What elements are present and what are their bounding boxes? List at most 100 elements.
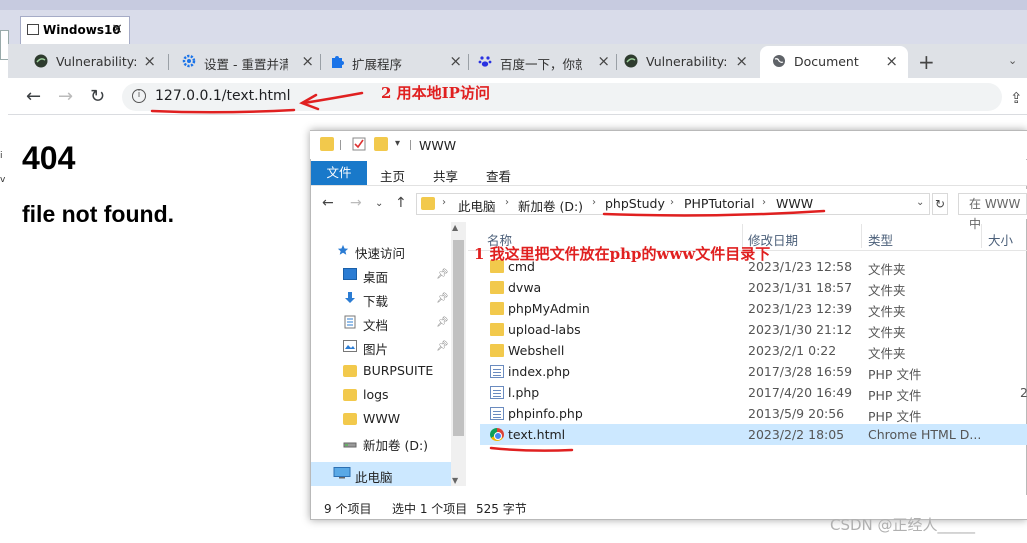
chrome-html-icon: [490, 428, 504, 441]
breadcrumb-item[interactable]: 新加卷 (D:): [518, 196, 583, 215]
breadcrumb-item[interactable]: PHPTutorial: [684, 196, 754, 211]
file-row[interactable]: phpinfo.php 2013/5/9 20:56 PHP 文件: [480, 403, 1027, 424]
site-info-icon[interactable]: i: [132, 89, 146, 103]
file-name: phpMyAdmin: [508, 301, 590, 316]
folder-icon: [490, 323, 504, 336]
php-file-icon: [490, 365, 504, 378]
file-modified: 2023/1/31 18:57: [748, 280, 853, 295]
file-name: phpinfo.php: [508, 406, 583, 421]
tab-close-icon[interactable]: ×: [143, 52, 156, 70]
pin-icon[interactable]: 📌︎: [436, 341, 449, 352]
file-row[interactable]: phpMyAdmin 2023/1/23 12:39 文件夹: [480, 298, 1027, 319]
file-type: 文件夹: [868, 262, 906, 277]
ribbon-tab-share[interactable]: 共享: [433, 166, 458, 185]
column-divider[interactable]: [861, 224, 862, 248]
vm-tab-close-icon[interactable]: ×: [111, 21, 123, 37]
nav-item-logs[interactable]: logs: [363, 387, 389, 402]
nav-item-this-pc[interactable]: 此电脑: [355, 467, 393, 486]
tab-vulnerability-2[interactable]: Vulnerability: C ×: [620, 50, 752, 74]
pin-icon[interactable]: 📌︎: [436, 317, 449, 328]
url-text[interactable]: 127.0.0.1/text.html: [155, 88, 290, 104]
reload-icon[interactable]: ↻: [90, 86, 105, 107]
address-dropdown-icon[interactable]: ⌄: [916, 197, 924, 208]
page-message: file not found.: [22, 201, 175, 227]
explorer-title-bar: [310, 131, 1027, 159]
tab-extensions[interactable]: 扩展程序 ×: [326, 50, 466, 74]
file-row-selected[interactable]: text.html 2023/2/2 18:05 Chrome HTML D..…: [480, 424, 1027, 445]
tab-search-chevron-icon[interactable]: ⌄: [1008, 54, 1017, 67]
vm-tab-windows10[interactable]: Windows10 ×: [20, 16, 130, 44]
file-modified: 2023/1/23 12:39: [748, 301, 853, 316]
ribbon-tab-view[interactable]: 查看: [486, 166, 511, 185]
tab-settings[interactable]: 设置 - 重置并清 ×: [178, 50, 318, 74]
explorer-search-input[interactable]: 在 WWW 中: [958, 193, 1027, 231]
tab-close-icon[interactable]: ×: [597, 52, 610, 70]
file-name: Webshell: [508, 343, 565, 358]
explorer-forward-icon[interactable]: →: [350, 195, 362, 211]
nav-scrollbar-thumb[interactable]: [453, 240, 464, 436]
up-arrow-icon[interactable]: ↑: [395, 195, 407, 211]
nav-item-pictures[interactable]: 图片: [363, 339, 388, 358]
nav-item-documents[interactable]: 文档: [363, 315, 388, 334]
pin-icon[interactable]: 📌︎: [436, 293, 449, 304]
column-header-type[interactable]: 类型: [868, 230, 893, 249]
pin-icon[interactable]: 📌︎: [436, 269, 449, 280]
back-arrow-icon[interactable]: ←: [26, 86, 41, 107]
refresh-icon[interactable]: ↻: [932, 193, 948, 215]
nav-item-downloads[interactable]: 下载: [363, 291, 388, 310]
file-row[interactable]: index.php 2017/3/28 16:59 PHP 文件: [480, 361, 1027, 382]
tab-close-icon[interactable]: ×: [301, 52, 314, 70]
file-modified: 2023/1/30 21:12: [748, 322, 853, 337]
scroll-up-icon[interactable]: ▲: [452, 223, 458, 232]
page-heading: 404: [22, 140, 76, 176]
file-type: Chrome HTML D...: [868, 427, 982, 442]
puzzle-icon: [332, 56, 344, 68]
quick-access-dropdown-icon[interactable]: ▾: [395, 138, 400, 149]
tab-label: Vulnerability: C: [646, 54, 730, 69]
breadcrumb-chevron-icon: ›: [762, 197, 766, 208]
tab-close-icon[interactable]: ×: [735, 52, 748, 70]
tab-close-icon[interactable]: ×: [449, 52, 462, 70]
file-row[interactable]: dvwa 2023/1/31 18:57 文件夹: [480, 277, 1027, 298]
breadcrumb-chevron-icon: ›: [505, 197, 509, 208]
file-row[interactable]: upload-labs 2023/1/30 21:12 文件夹: [480, 319, 1027, 340]
breadcrumb-item[interactable]: WWW: [776, 196, 813, 211]
tab-label: 扩展程序: [352, 57, 403, 72]
file-row[interactable]: l.php 2017/4/20 16:49 PHP 文件 2: [480, 382, 1027, 403]
ribbon-tab-file[interactable]: 文件: [311, 161, 367, 185]
explorer-ribbon: [311, 160, 1027, 186]
status-selected: 选中 1 个项目: [392, 502, 468, 516]
nav-item-burpsuite[interactable]: BURPSUITE: [363, 363, 433, 378]
nav-item-desktop[interactable]: 桌面: [363, 267, 388, 286]
tab-baidu[interactable]: 百度一下，你就 ×: [474, 50, 614, 74]
explorer-back-icon[interactable]: ←: [322, 195, 334, 211]
recent-locations-icon[interactable]: ⌄: [375, 198, 383, 209]
tab-close-icon[interactable]: ×: [885, 52, 898, 70]
share-icon[interactable]: ⇪: [1010, 89, 1023, 107]
scroll-down-icon[interactable]: ▼: [452, 476, 458, 485]
breadcrumb-item[interactable]: phpStudy: [605, 196, 665, 211]
column-divider[interactable]: [981, 224, 982, 248]
forward-arrow-icon[interactable]: →: [58, 86, 73, 107]
baidu-paw-icon: [478, 56, 492, 67]
file-type: 文件夹: [868, 325, 906, 340]
tab-vulnerability-1[interactable]: Vulnerability: C ×: [30, 50, 160, 74]
tab-label: 设置 - 重置并清: [204, 57, 288, 72]
nav-item-quick-access[interactable]: 快速访问: [355, 243, 405, 262]
file-name: upload-labs: [508, 322, 581, 337]
annotation-use-local-ip: 2 用本地IP访问: [381, 84, 490, 102]
file-row[interactable]: Webshell 2023/2/1 0:22 文件夹: [480, 340, 1027, 361]
column-header-size[interactable]: 大小: [988, 230, 1013, 249]
new-tab-button[interactable]: +: [918, 50, 935, 74]
vm-window-icon: [27, 24, 39, 35]
watermark: CSDN @正经人_____: [830, 516, 976, 534]
nav-item-drive-d[interactable]: 新加卷 (D:): [363, 435, 428, 454]
ribbon-tab-home[interactable]: 主页: [380, 166, 405, 185]
new-folder-icon[interactable]: [374, 137, 388, 151]
breadcrumb-chevron-icon: ›: [442, 197, 446, 208]
breadcrumb-item[interactable]: 此电脑: [458, 196, 496, 215]
nav-item-www[interactable]: WWW: [363, 411, 400, 426]
properties-check-icon[interactable]: [352, 137, 366, 151]
tab-document[interactable]: Document ×: [768, 50, 902, 74]
folder-icon: [343, 365, 357, 377]
